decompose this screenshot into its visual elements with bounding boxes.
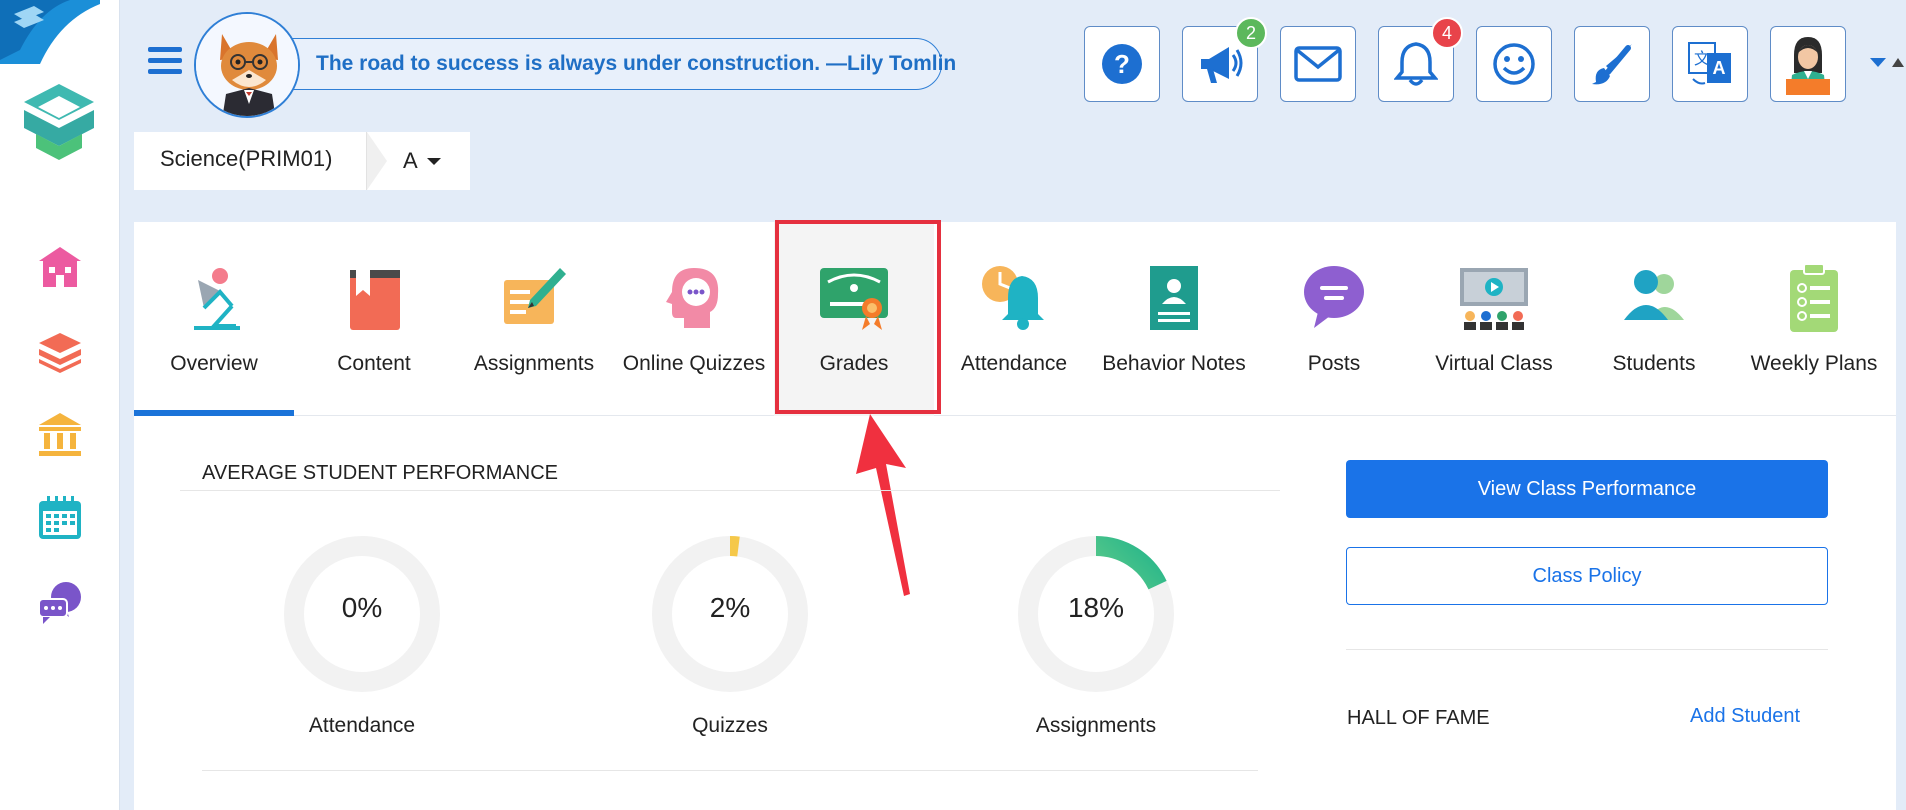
tab-content[interactable]: Content xyxy=(294,222,454,416)
class-selector: Science(PRIM01) A xyxy=(134,132,470,190)
section-value: A xyxy=(403,148,418,173)
sidebar-chat-icon[interactable] xyxy=(32,574,88,630)
assignments-percent: 18% xyxy=(1067,592,1125,623)
smiley-icon xyxy=(1493,43,1535,85)
tab-overview[interactable]: Overview xyxy=(134,222,294,416)
sidebar-institution-icon[interactable] xyxy=(32,406,88,462)
tab-behavior-notes-label: Behavior Notes xyxy=(1102,352,1246,375)
user-menu-caret-icon[interactable] xyxy=(1870,58,1886,67)
svg-text:A: A xyxy=(1713,58,1726,78)
book-icon xyxy=(350,270,400,330)
quizzes-label: Quizzes xyxy=(692,714,768,737)
quizzes-donut: 2% xyxy=(652,536,808,692)
attendance-label: Attendance xyxy=(308,714,416,737)
video-class-icon xyxy=(1460,268,1528,330)
theme-button[interactable] xyxy=(1574,26,1650,102)
tab-behavior-notes[interactable]: Behavior Notes xyxy=(1094,222,1254,416)
quiz-head-icon xyxy=(666,268,719,328)
tab-attendance[interactable]: Attendance xyxy=(934,222,1094,416)
megaphone-icon xyxy=(1201,47,1243,83)
notifications-button[interactable]: 4 xyxy=(1378,17,1463,102)
quizzes-percent: 2% xyxy=(709,592,751,623)
divider xyxy=(202,770,1258,771)
tab-weekly-plans[interactable]: Weekly Plans xyxy=(1734,222,1894,416)
tab-weekly-plans-label: Weekly Plans xyxy=(1750,352,1878,375)
language-button[interactable]: 文A xyxy=(1672,26,1748,102)
svg-text:?: ? xyxy=(1114,49,1130,79)
tab-students[interactable]: Students xyxy=(1574,222,1734,416)
bell-icon xyxy=(1394,42,1438,86)
envelope-icon xyxy=(1294,46,1342,82)
attendance-donut: 0% xyxy=(284,536,440,692)
tab-attendance-label: Attendance xyxy=(960,352,1068,375)
divider xyxy=(180,490,1280,491)
fox-mascot-avatar xyxy=(194,12,300,118)
sidebar-calendar-icon[interactable] xyxy=(32,490,88,546)
app-logo-icon xyxy=(24,84,94,160)
clipboard-icon xyxy=(1790,263,1838,332)
user-avatar-icon xyxy=(1786,37,1830,95)
id-card-icon xyxy=(1150,266,1198,330)
performance-title: AVERAGE STUDENT PERFORMANCE xyxy=(202,462,558,484)
user-profile-button[interactable] xyxy=(1770,26,1846,102)
assignments-label: Assignments xyxy=(1035,714,1157,737)
hamburger-menu-icon[interactable] xyxy=(148,47,182,75)
class-name-selector[interactable]: Science(PRIM01) xyxy=(160,146,332,172)
sidebar-school-icon[interactable] xyxy=(32,238,88,294)
view-class-performance-button[interactable]: View Class Performance xyxy=(1346,460,1828,518)
tab-virtual-class[interactable]: Virtual Class xyxy=(1414,222,1574,416)
scrollbar-up-arrow-icon[interactable] xyxy=(1892,58,1904,67)
tab-students-label: Students xyxy=(1612,352,1696,375)
assignments-donut: 18% xyxy=(1018,536,1174,692)
divider xyxy=(1346,649,1828,650)
paintbrush-icon xyxy=(1592,44,1632,85)
tab-posts-label: Posts xyxy=(1307,352,1361,375)
breadcrumb-chevron-icon xyxy=(367,132,387,190)
help-button[interactable]: ? xyxy=(1084,26,1160,102)
notifications-badge: 4 xyxy=(1431,17,1463,49)
messages-button[interactable] xyxy=(1280,26,1356,102)
certificate-icon xyxy=(820,268,888,330)
translate-icon: 文A xyxy=(1688,42,1731,85)
tab-grades-label: Grades xyxy=(819,352,889,375)
students-icon xyxy=(1624,270,1684,320)
tab-online-quizzes-label: Online Quizzes xyxy=(622,352,766,375)
tab-online-quizzes[interactable]: Online Quizzes xyxy=(614,222,774,416)
question-icon: ? xyxy=(1102,44,1142,84)
tab-grades[interactable]: Grades xyxy=(774,222,934,416)
announcements-badge: 2 xyxy=(1235,17,1267,49)
class-tabs: Overview Content Assignments Online Quiz… xyxy=(134,222,1896,416)
tab-posts[interactable]: Posts xyxy=(1254,222,1414,416)
sidebar xyxy=(0,0,120,810)
overview-icon xyxy=(194,268,240,330)
quote-text: The road to success is always under cons… xyxy=(316,52,957,75)
attendance-percent: 0% xyxy=(341,592,383,623)
feedback-button[interactable] xyxy=(1476,26,1552,102)
corner-logo-icon xyxy=(0,0,100,64)
tab-assignments[interactable]: Assignments xyxy=(454,222,614,416)
clock-bell-icon xyxy=(982,266,1044,330)
chevron-down-icon xyxy=(427,158,441,165)
hall-of-fame-title: HALL OF FAME xyxy=(1347,707,1490,729)
section-dropdown[interactable]: A xyxy=(366,132,470,190)
announcements-button[interactable]: 2 xyxy=(1182,17,1267,102)
assignment-pen-icon xyxy=(504,268,566,324)
sidebar-courses-icon[interactable] xyxy=(32,322,88,378)
class-policy-button[interactable]: Class Policy xyxy=(1346,547,1828,605)
tab-virtual-class-label: Virtual Class xyxy=(1435,352,1553,375)
tab-overview-label: Overview xyxy=(170,352,258,375)
tab-assignments-label: Assignments xyxy=(473,352,595,375)
add-student-link[interactable]: Add Student xyxy=(1690,705,1800,728)
tab-content-label: Content xyxy=(337,352,411,375)
speech-bubble-icon xyxy=(1304,266,1364,328)
